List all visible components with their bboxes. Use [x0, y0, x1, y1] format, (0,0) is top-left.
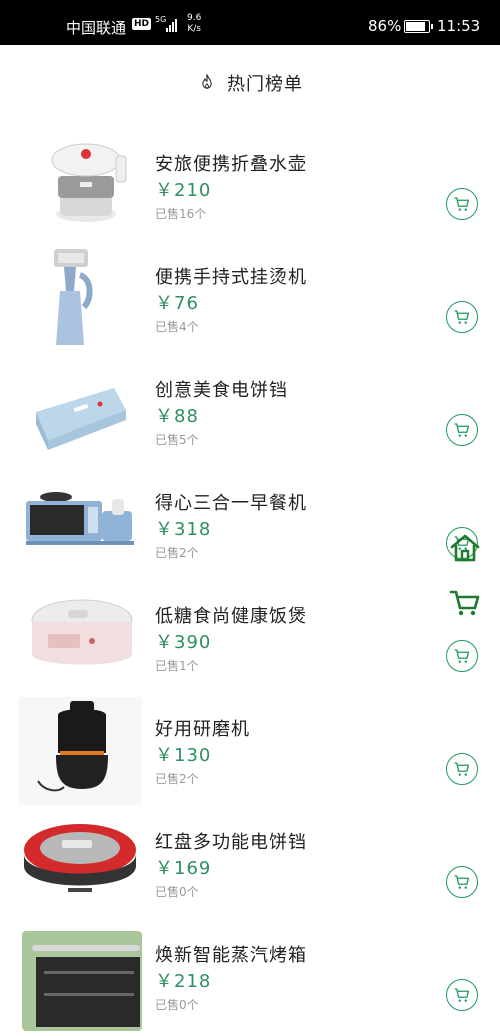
product-name: 得心三合一早餐机 — [155, 493, 307, 514]
shopping-cart-icon — [454, 762, 470, 776]
product-item[interactable]: 焕新智能蒸汽烤箱 ￥218 已售0个 — [0, 923, 500, 1036]
fire-icon — [202, 73, 212, 89]
product-sold-count: 已售4个 — [155, 320, 199, 334]
product-item[interactable]: 好用研磨机 ￥130 已售2个 — [0, 697, 500, 810]
status-bar: 中国联通 HD 5G 9.6 K/s 86% 11:53 — [0, 0, 500, 45]
home-icon[interactable] — [449, 533, 481, 563]
product-sold-count: 已售5个 — [155, 433, 199, 447]
speed-value: 9.6 — [187, 13, 202, 23]
product-price: ￥130 — [155, 745, 212, 766]
speed-unit: K/s — [187, 24, 201, 34]
product-price: ￥88 — [155, 406, 199, 427]
product-image — [18, 923, 142, 1031]
shopping-cart-icon[interactable] — [449, 588, 481, 618]
product-sold-count: 已售16个 — [155, 207, 207, 221]
page-title: 热门榜单 — [227, 73, 303, 95]
product-item[interactable]: 创意美食电饼铛 ￥88 已售5个 — [0, 358, 500, 471]
product-name: 安旅便携折叠水壶 — [155, 154, 307, 175]
product-image — [18, 132, 142, 240]
product-item[interactable]: 安旅便携折叠水壶 ￥210 已售16个 — [0, 132, 500, 245]
product-name: 创意美食电饼铛 — [155, 380, 288, 401]
product-sold-count: 已售2个 — [155, 772, 199, 786]
product-name: 便携手持式挂烫机 — [155, 267, 307, 288]
add-to-cart-button[interactable] — [446, 866, 478, 898]
product-price: ￥318 — [155, 519, 212, 540]
add-to-cart-button[interactable] — [446, 640, 478, 672]
shopping-cart-icon — [454, 649, 470, 663]
shopping-cart-icon — [454, 423, 470, 437]
product-price: ￥390 — [155, 632, 212, 653]
shopping-cart-icon — [454, 988, 470, 1002]
product-name: 低糖食尚健康饭煲 — [155, 606, 307, 627]
shopping-cart-icon — [454, 875, 470, 889]
product-sold-count: 已售2个 — [155, 546, 199, 560]
add-to-cart-button[interactable] — [446, 979, 478, 1011]
product-image — [18, 697, 142, 805]
add-to-cart-button[interactable] — [446, 414, 478, 446]
product-image — [18, 245, 142, 353]
add-to-cart-button[interactable] — [446, 188, 478, 220]
carrier-label: 中国联通 — [66, 19, 127, 37]
product-name: 红盘多功能电饼铛 — [155, 832, 307, 853]
product-image — [18, 810, 142, 918]
product-name: 焕新智能蒸汽烤箱 — [155, 945, 307, 966]
add-to-cart-button[interactable] — [446, 753, 478, 785]
product-item[interactable]: 红盘多功能电饼铛 ￥169 已售0个 — [0, 810, 500, 923]
product-price: ￥218 — [155, 971, 212, 992]
product-price: ￥210 — [155, 180, 212, 201]
signal-icon — [166, 18, 177, 32]
product-sold-count: 已售0个 — [155, 885, 199, 899]
product-item[interactable]: 低糖食尚健康饭煲 ￥390 已售1个 — [0, 584, 500, 697]
product-name: 好用研磨机 — [155, 719, 250, 740]
product-sold-count: 已售1个 — [155, 659, 199, 673]
product-image — [18, 358, 142, 466]
battery-icon — [404, 20, 433, 33]
product-price: ￥169 — [155, 858, 212, 879]
product-item[interactable]: 得心三合一早餐机 ￥318 已售2个 — [0, 471, 500, 584]
clock: 11:53 — [437, 17, 481, 35]
hd-badge: HD — [132, 18, 152, 30]
add-to-cart-button[interactable] — [446, 301, 478, 333]
product-image — [18, 471, 142, 579]
battery-percent: 86% — [368, 17, 402, 35]
product-image — [18, 584, 142, 692]
shopping-cart-icon — [454, 197, 470, 211]
product-price: ￥76 — [155, 293, 199, 314]
shopping-cart-icon — [454, 310, 470, 324]
network-type: 5G — [155, 15, 167, 24]
page-header: 热门榜单 — [0, 45, 500, 120]
network-speed: 9.6 K/s — [187, 13, 201, 35]
product-item[interactable]: 便携手持式挂烫机 ￥76 已售4个 — [0, 245, 500, 358]
product-sold-count: 已售0个 — [155, 998, 199, 1012]
